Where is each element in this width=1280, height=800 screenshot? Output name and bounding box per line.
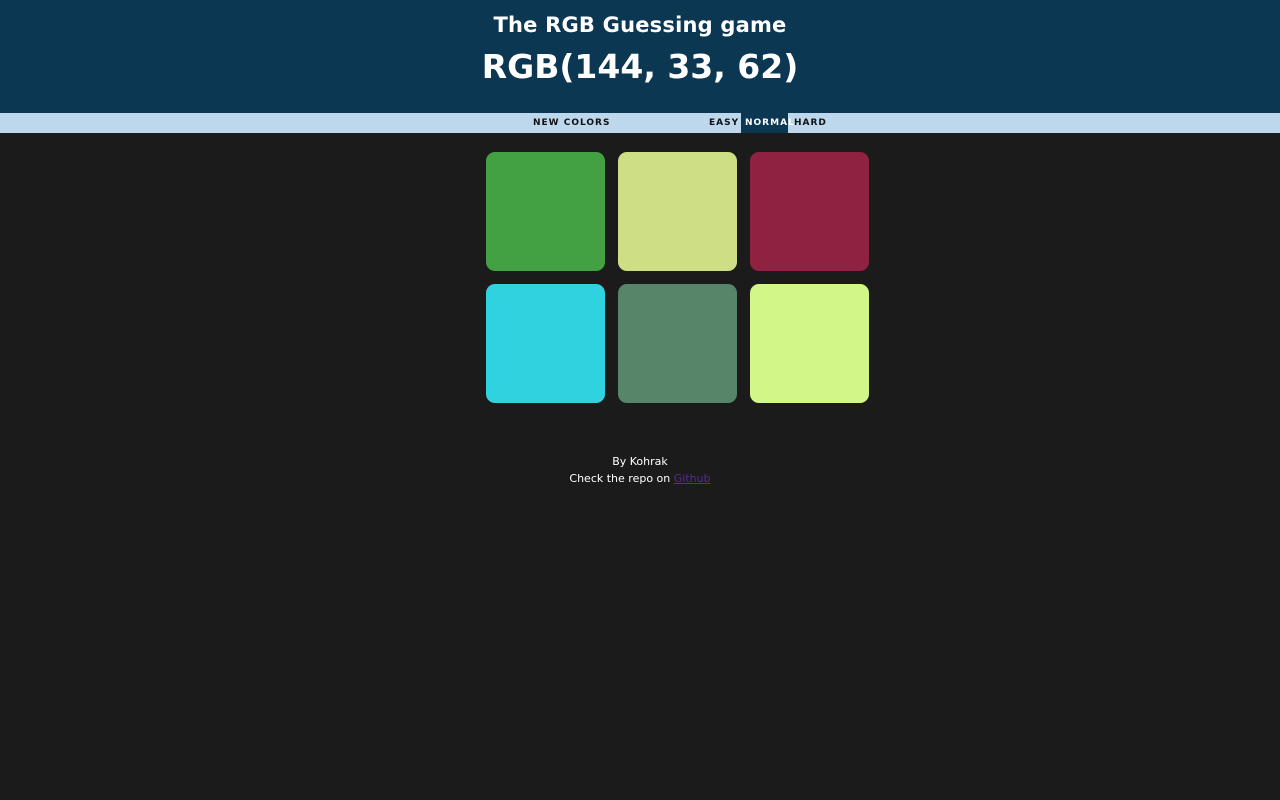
page-title: The RGB Guessing game (493, 13, 787, 37)
color-square[interactable] (618, 152, 737, 271)
repo-prefix: Check the repo on (569, 472, 674, 485)
color-square[interactable] (486, 284, 605, 403)
color-square[interactable] (750, 152, 869, 271)
color-square[interactable] (750, 284, 869, 403)
footer: By Kohrak Check the repo on Github (0, 453, 1280, 487)
new-colors-button[interactable]: NEW COLORS (529, 113, 609, 133)
normal-mode-button[interactable]: NORMAL (741, 113, 794, 133)
color-square[interactable] (486, 152, 605, 271)
toolbar: NEW COLORS EASY NORMAL HARD (0, 113, 1280, 133)
author-credit: By Kohrak (612, 455, 668, 468)
github-link[interactable]: Github (674, 472, 711, 485)
easy-mode-button[interactable]: EASY (705, 113, 738, 133)
hard-mode-button[interactable]: HARD (790, 113, 826, 133)
color-grid (486, 152, 870, 404)
repo-line: Check the repo on Github (0, 470, 1280, 487)
target-rgb-display: RGB(144, 33, 62) (481, 47, 799, 86)
color-square[interactable] (618, 284, 737, 403)
header: The RGB Guessing game RGB(144, 33, 62) (0, 0, 1280, 113)
